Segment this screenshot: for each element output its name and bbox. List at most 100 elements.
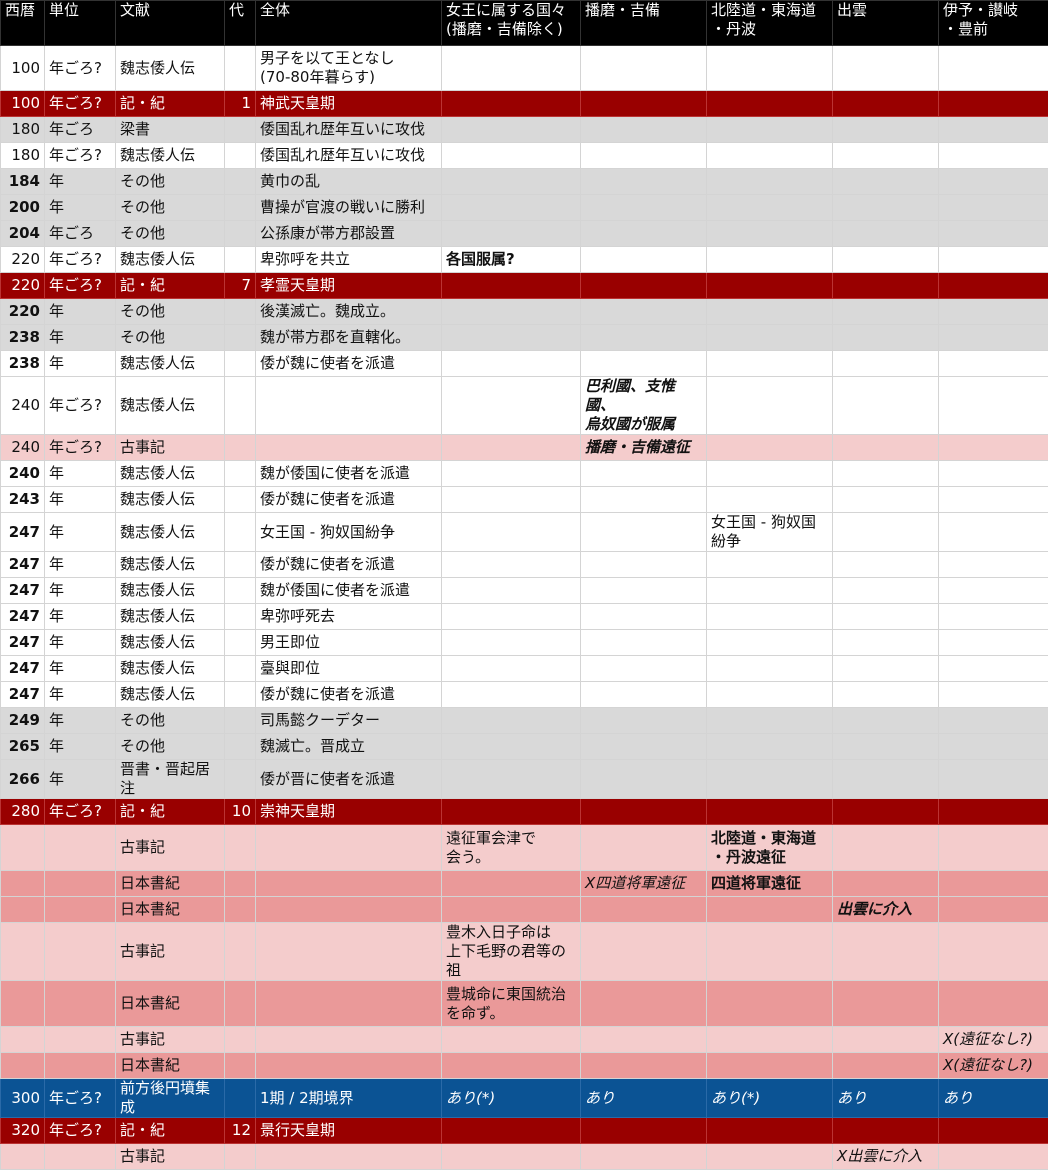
cell-queen-states[interactable]	[442, 195, 581, 221]
cell-iyo-sanuki-buzen[interactable]	[939, 604, 1048, 630]
cell-izumo[interactable]	[833, 656, 939, 682]
cell-year[interactable]: 249	[1, 708, 45, 734]
cell-overall[interactable]: 倭が魏に使者を派遣	[256, 487, 442, 513]
cell-queen-states[interactable]	[442, 325, 581, 351]
cell-queen-states[interactable]: 各国服属?	[442, 247, 581, 273]
cell-overall[interactable]	[256, 923, 442, 981]
cell-generation[interactable]	[225, 461, 256, 487]
cell-hokuriku-tokai-tanba[interactable]	[707, 117, 833, 143]
cell-harima-kibi[interactable]	[581, 487, 707, 513]
cell-izumo[interactable]	[833, 117, 939, 143]
cell-overall[interactable]: 倭が魏に使者を派遣	[256, 351, 442, 377]
cell-izumo[interactable]	[833, 377, 939, 435]
cell-year[interactable]: 266	[1, 760, 45, 799]
cell-unit[interactable]	[45, 1053, 116, 1079]
cell-izumo[interactable]	[833, 981, 939, 1027]
cell-overall[interactable]: 倭が魏に使者を派遣	[256, 682, 442, 708]
cell-source[interactable]: 古事記	[116, 435, 225, 461]
cell-queen-states[interactable]	[442, 734, 581, 760]
cell-generation[interactable]	[225, 487, 256, 513]
cell-izumo[interactable]	[833, 1027, 939, 1053]
cell-hokuriku-tokai-tanba[interactable]	[707, 552, 833, 578]
cell-harima-kibi[interactable]	[581, 708, 707, 734]
cell-izumo[interactable]	[833, 604, 939, 630]
cell-iyo-sanuki-buzen[interactable]	[939, 195, 1048, 221]
cell-queen-states[interactable]	[442, 552, 581, 578]
cell-generation[interactable]	[225, 734, 256, 760]
cell-harima-kibi[interactable]	[581, 221, 707, 247]
cell-source[interactable]: 魏志倭人伝	[116, 351, 225, 377]
cell-generation[interactable]	[225, 1053, 256, 1079]
cell-harima-kibi[interactable]	[581, 143, 707, 169]
cell-year[interactable]: 220	[1, 247, 45, 273]
cell-harima-kibi[interactable]	[581, 195, 707, 221]
cell-generation[interactable]	[225, 46, 256, 91]
cell-harima-kibi[interactable]: 巴利國、支惟國、 烏奴國が服属	[581, 377, 707, 435]
cell-unit[interactable]: 年ごろ?	[45, 377, 116, 435]
cell-source[interactable]: 魏志倭人伝	[116, 377, 225, 435]
cell-iyo-sanuki-buzen[interactable]: X(遠征なし?)	[939, 1027, 1048, 1053]
cell-generation[interactable]	[225, 247, 256, 273]
cell-unit[interactable]: 年ごろ?	[45, 1079, 116, 1118]
cell-hokuriku-tokai-tanba[interactable]	[707, 981, 833, 1027]
cell-izumo[interactable]	[833, 351, 939, 377]
cell-source[interactable]: 魏志倭人伝	[116, 552, 225, 578]
cell-iyo-sanuki-buzen[interactable]	[939, 981, 1048, 1027]
cell-source[interactable]: 記・紀	[116, 1118, 225, 1144]
cell-unit[interactable]: 年	[45, 708, 116, 734]
cell-queen-states[interactable]	[442, 221, 581, 247]
cell-year[interactable]: 240	[1, 377, 45, 435]
cell-year[interactable]: 238	[1, 325, 45, 351]
cell-year[interactable]	[1, 897, 45, 923]
cell-queen-states[interactable]	[442, 604, 581, 630]
cell-source[interactable]: 魏志倭人伝	[116, 578, 225, 604]
cell-overall[interactable]: 魏が倭国に使者を派遣	[256, 578, 442, 604]
cell-year[interactable]: 265	[1, 734, 45, 760]
cell-overall[interactable]: 卑弥呼を共立	[256, 247, 442, 273]
cell-harima-kibi[interactable]	[581, 981, 707, 1027]
cell-iyo-sanuki-buzen[interactable]	[939, 513, 1048, 552]
cell-iyo-sanuki-buzen[interactable]	[939, 825, 1048, 871]
cell-hokuriku-tokai-tanba[interactable]	[707, 461, 833, 487]
cell-hokuriku-tokai-tanba[interactable]	[707, 325, 833, 351]
cell-izumo[interactable]	[833, 461, 939, 487]
cell-overall[interactable]: 景行天皇期	[256, 1118, 442, 1144]
cell-hokuriku-tokai-tanba[interactable]	[707, 377, 833, 435]
cell-generation[interactable]	[225, 117, 256, 143]
cell-harima-kibi[interactable]	[581, 682, 707, 708]
cell-iyo-sanuki-buzen[interactable]	[939, 682, 1048, 708]
cell-harima-kibi[interactable]	[581, 552, 707, 578]
cell-generation[interactable]: 10	[225, 799, 256, 825]
cell-queen-states[interactable]	[442, 143, 581, 169]
cell-harima-kibi[interactable]	[581, 461, 707, 487]
cell-izumo[interactable]	[833, 1118, 939, 1144]
cell-year[interactable]: 300	[1, 1079, 45, 1118]
cell-source[interactable]: 魏志倭人伝	[116, 143, 225, 169]
cell-hokuriku-tokai-tanba[interactable]	[707, 91, 833, 117]
cell-year[interactable]: 280	[1, 799, 45, 825]
cell-izumo[interactable]	[833, 578, 939, 604]
cell-izumo[interactable]: 出雲に介入	[833, 897, 939, 923]
cell-unit[interactable]: 年	[45, 513, 116, 552]
cell-hokuriku-tokai-tanba[interactable]	[707, 630, 833, 656]
cell-queen-states[interactable]: 豊木入日子命は 上下毛野の君等の祖	[442, 923, 581, 981]
header-cell-overall[interactable]: 全体	[256, 1, 442, 46]
header-cell-harima-kibi[interactable]: 播磨・吉備	[581, 1, 707, 46]
cell-queen-states[interactable]	[442, 461, 581, 487]
cell-hokuriku-tokai-tanba[interactable]	[707, 1118, 833, 1144]
cell-izumo[interactable]	[833, 708, 939, 734]
cell-izumo[interactable]	[833, 799, 939, 825]
cell-unit[interactable]: 年	[45, 760, 116, 799]
cell-queen-states[interactable]	[442, 299, 581, 325]
cell-unit[interactable]: 年ごろ?	[45, 247, 116, 273]
cell-izumo[interactable]	[833, 273, 939, 299]
cell-overall[interactable]: 黄巾の乱	[256, 169, 442, 195]
cell-source[interactable]: 魏志倭人伝	[116, 461, 225, 487]
header-cell-source[interactable]: 文献	[116, 1, 225, 46]
cell-year[interactable]: 247	[1, 604, 45, 630]
cell-year[interactable]: 180	[1, 117, 45, 143]
cell-harima-kibi[interactable]	[581, 1027, 707, 1053]
cell-source[interactable]: 日本書紀	[116, 871, 225, 897]
cell-hokuriku-tokai-tanba[interactable]	[707, 897, 833, 923]
cell-generation[interactable]	[225, 604, 256, 630]
